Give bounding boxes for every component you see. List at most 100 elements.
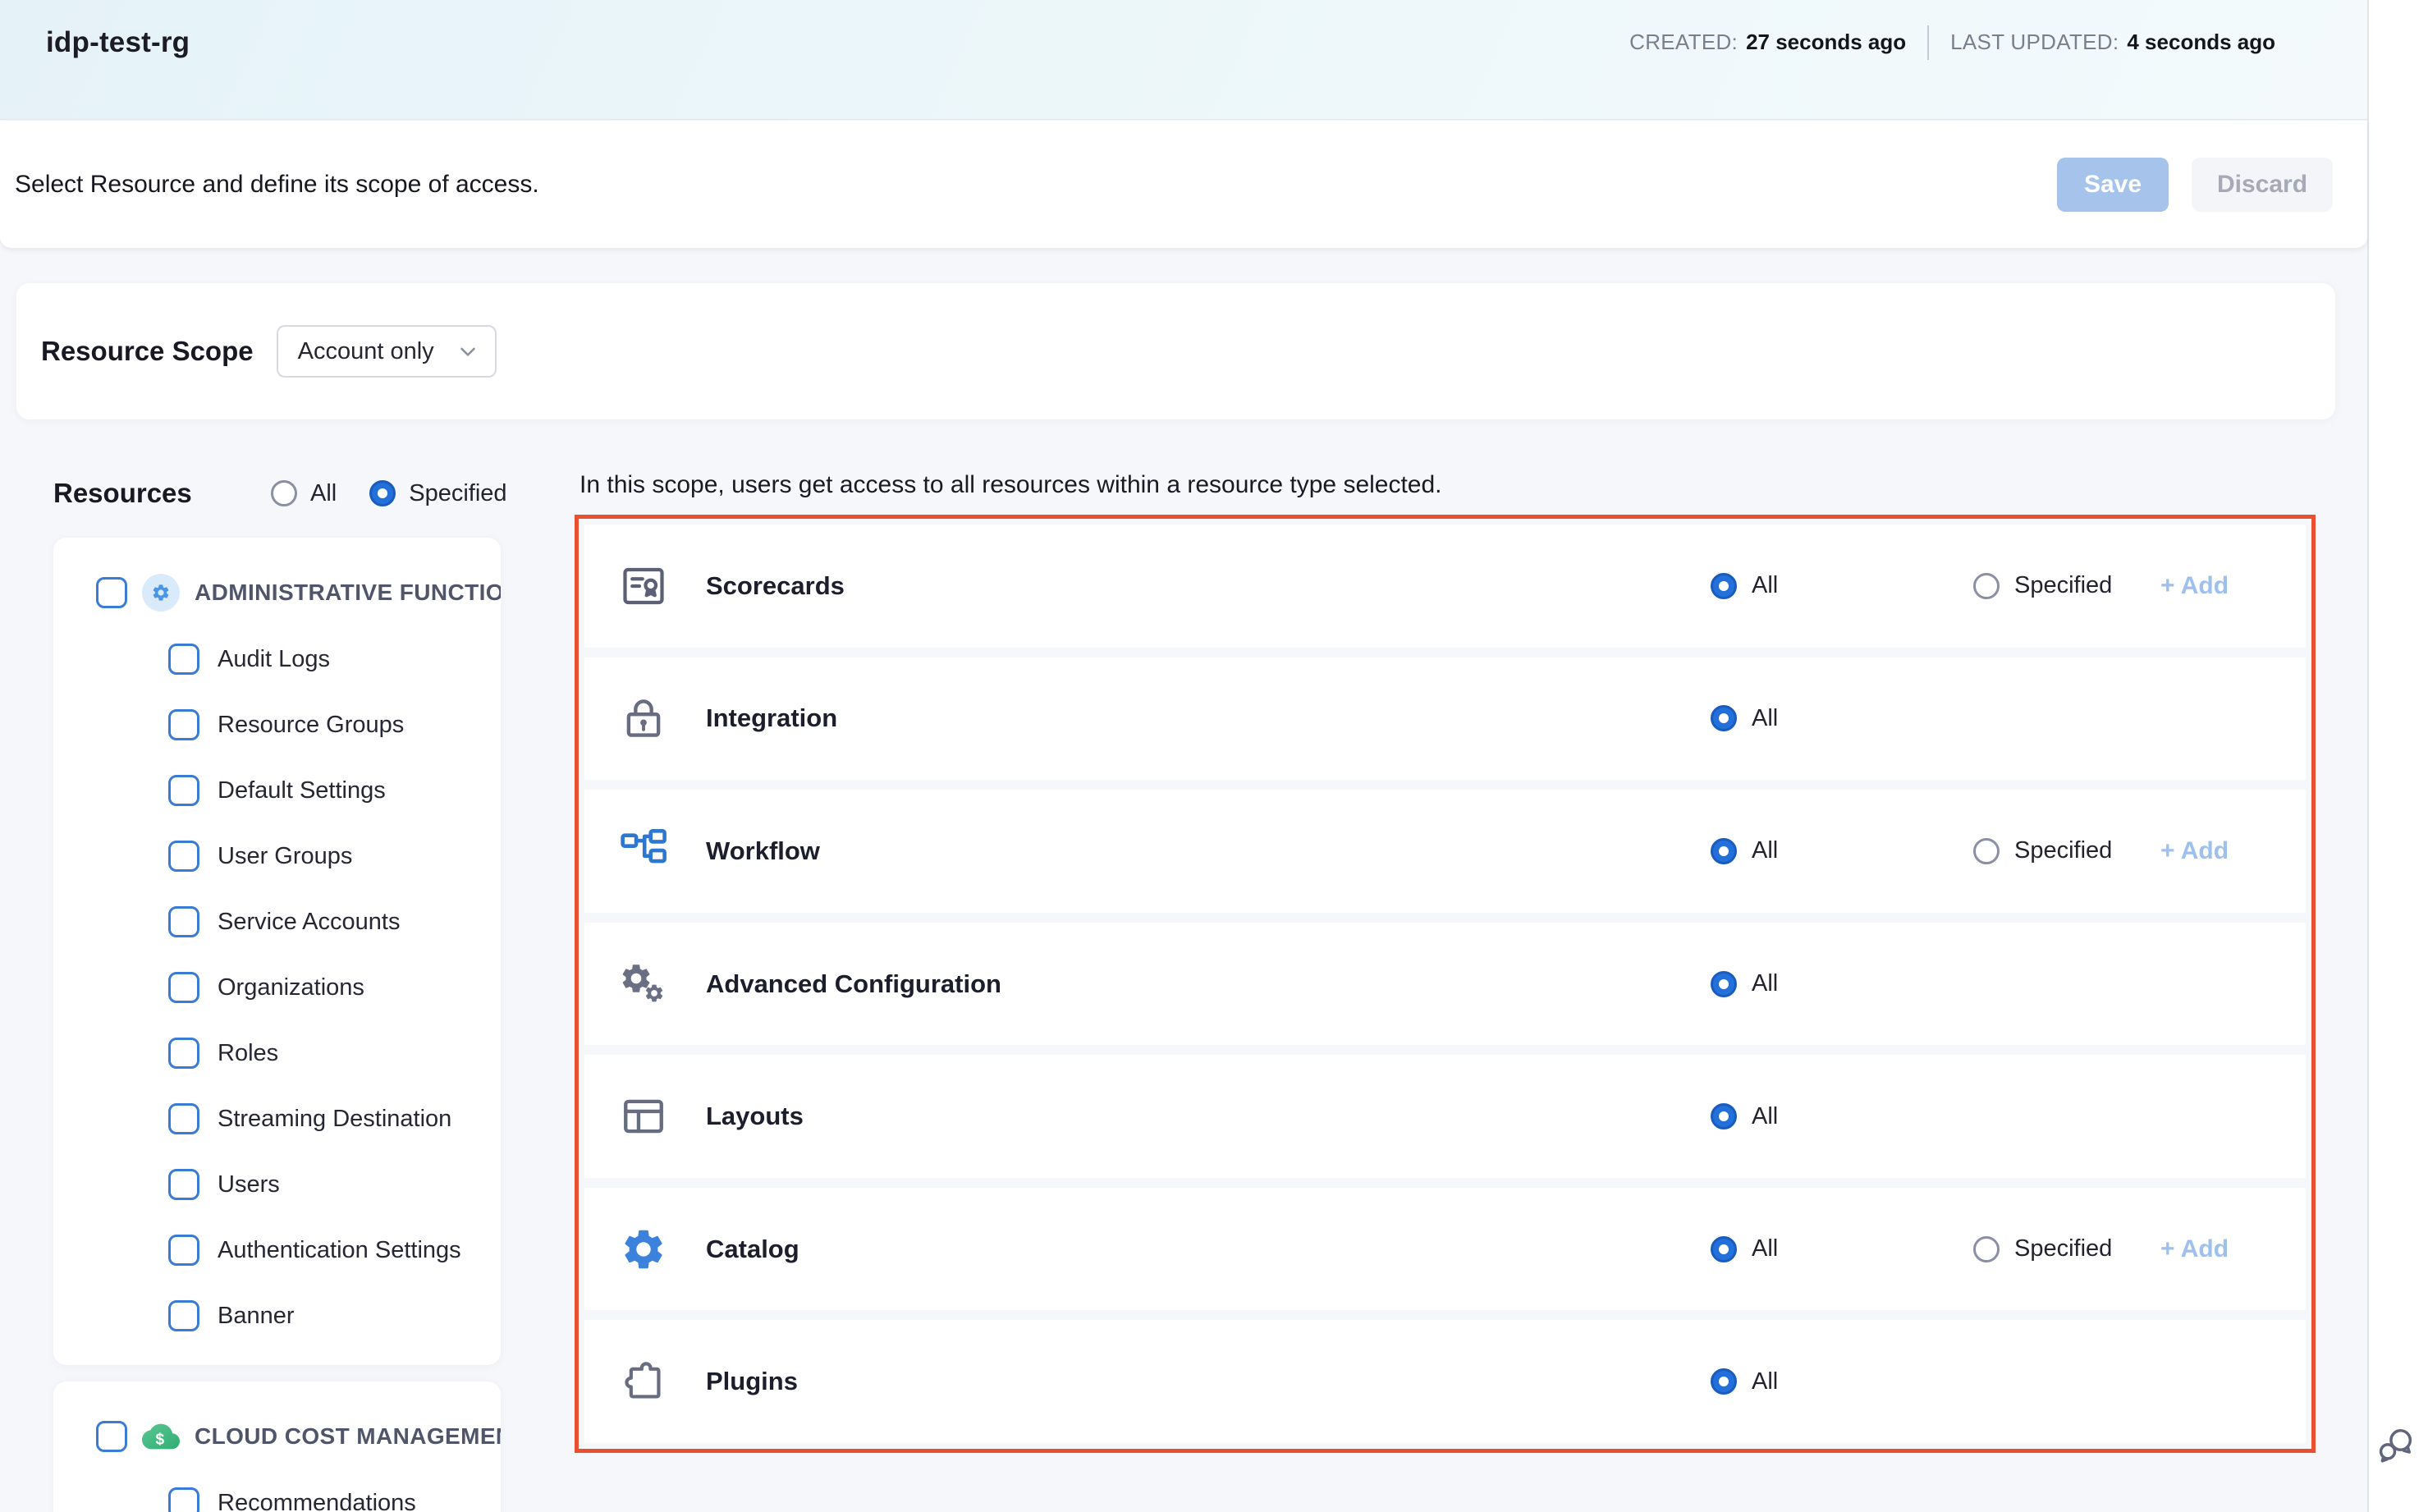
row-add-link[interactable]: + Add <box>2160 837 2229 865</box>
page-header: idp-test-rg CREATED: 27 seconds ago LAST… <box>0 0 2367 120</box>
resource-scope-card: Resource Scope Account only <box>16 283 2335 419</box>
gears-icon <box>617 958 670 1010</box>
sidebar-item-banner[interactable]: Banner <box>53 1283 501 1349</box>
page-title: idp-test-rg <box>46 26 190 59</box>
sidebar-item-organizations[interactable]: Organizations <box>53 955 501 1020</box>
radio-off-icon <box>1973 838 2000 864</box>
item-checkbox[interactable] <box>168 1300 199 1331</box>
gear-badge-icon <box>142 574 180 612</box>
scope-hint-text: In this scope, users get access to all r… <box>580 471 1442 499</box>
row-all-radio[interactable]: All <box>1711 1235 1778 1262</box>
radio-on-icon <box>369 480 396 506</box>
item-checkbox[interactable] <box>168 972 199 1003</box>
resource-row-catalog: Catalog All Specified + Add <box>584 1188 2306 1311</box>
section-name: ADMINISTRATIVE FUNCTIONS <box>195 580 501 606</box>
row-all-radio[interactable]: All <box>1711 1368 1778 1395</box>
sidebar-item-service-accounts[interactable]: Service Accounts <box>53 889 501 955</box>
created-label: CREATED: <box>1629 30 1738 55</box>
scorecard-icon <box>617 560 670 612</box>
row-all-radio[interactable]: All <box>1711 705 1778 732</box>
resource-row-label: Integration <box>706 703 837 733</box>
row-all-radio[interactable]: All <box>1711 837 1778 864</box>
sidebar-item-user-groups[interactable]: User Groups <box>53 823 501 889</box>
lock-icon <box>617 692 670 745</box>
sidebar-item-authentication-settings[interactable]: Authentication Settings <box>53 1217 501 1283</box>
resource-row-integration: Integration All <box>584 657 2306 781</box>
item-checkbox[interactable] <box>168 709 199 740</box>
radio-on-icon <box>1711 573 1737 599</box>
item-checkbox[interactable] <box>168 1038 199 1069</box>
resource-row-advanced-configuration: Advanced Configuration All <box>584 923 2306 1046</box>
meta-divider <box>1927 25 1929 60</box>
sidebar-item-resource-groups[interactable]: Resource Groups <box>53 692 501 758</box>
toolbar-description: Select Resource and define its scope of … <box>15 171 539 199</box>
radio-off-icon <box>271 480 297 506</box>
workflow-icon <box>617 825 670 877</box>
toolbar: Select Resource and define its scope of … <box>0 121 2367 248</box>
sidebar-item-roles[interactable]: Roles <box>53 1020 501 1086</box>
section-items: Recommendations <box>53 1470 501 1512</box>
right-side-strip <box>2367 0 2428 1512</box>
item-checkbox[interactable] <box>168 906 199 937</box>
section-header-cloud-cost-management: $ CLOUD COST MANAGEMENT <box>53 1414 501 1459</box>
discard-button[interactable]: Discard <box>2192 158 2333 212</box>
created-value: 27 seconds ago <box>1746 30 1906 55</box>
resource-row-label: Layouts <box>706 1102 804 1131</box>
resource-row-label: Advanced Configuration <box>706 969 1001 999</box>
app-area: idp-test-rg CREATED: 27 seconds ago LAST… <box>0 0 2367 1512</box>
item-checkbox[interactable] <box>168 1169 199 1200</box>
layout-icon <box>617 1090 670 1143</box>
puzzle-icon <box>617 1355 670 1408</box>
content-area: Resource Scope Account only Resources Al… <box>0 248 2367 1512</box>
page: idp-test-rg CREATED: 27 seconds ago LAST… <box>0 0 2428 1512</box>
row-specified-radio[interactable]: Specified <box>1973 837 2112 864</box>
radio-on-icon <box>1711 1236 1737 1262</box>
resource-scope-label: Resource Scope <box>41 336 254 367</box>
item-checkbox[interactable] <box>168 644 199 675</box>
resource-types-selection-box: Scorecards All Specified + Add <box>575 515 2316 1453</box>
item-checkbox[interactable] <box>168 775 199 806</box>
sidebar-item-streaming-destination[interactable]: Streaming Destination <box>53 1086 501 1152</box>
row-all-radio[interactable]: All <box>1711 970 1778 997</box>
row-all-radio[interactable]: All <box>1711 572 1778 599</box>
resources-all-radio[interactable]: All <box>271 480 337 507</box>
row-add-link[interactable]: + Add <box>2160 572 2229 600</box>
radio-on-icon <box>1711 705 1737 731</box>
resources-specified-radio[interactable]: Specified <box>369 480 506 507</box>
row-specified-radio[interactable]: Specified <box>1973 572 2112 599</box>
item-checkbox[interactable] <box>168 1487 199 1512</box>
radio-off-icon <box>1973 1236 2000 1262</box>
item-checkbox[interactable] <box>168 841 199 872</box>
row-add-link[interactable]: + Add <box>2160 1235 2229 1263</box>
chat-bubbles-icon <box>2375 1424 2417 1471</box>
resources-header: Resources All Specified <box>53 478 507 509</box>
chevron-down-icon <box>456 339 480 364</box>
section-items: Audit Logs Resource Groups Default Setti… <box>53 626 501 1349</box>
section-checkbox[interactable] <box>96 1421 127 1452</box>
resources-title: Resources <box>53 478 271 509</box>
sidebar-item-audit-logs[interactable]: Audit Logs <box>53 626 501 692</box>
meta-info: CREATED: 27 seconds ago LAST UPDATED: 4 … <box>1629 25 2275 60</box>
sidebar-item-recommendations[interactable]: Recommendations <box>53 1470 501 1512</box>
resource-scope-dropdown[interactable]: Account only <box>277 325 497 378</box>
resource-row-label: Workflow <box>706 836 820 866</box>
toolbar-buttons: Save Discard <box>2057 158 2333 212</box>
radio-on-icon <box>1711 1103 1737 1129</box>
sidebar-item-users[interactable]: Users <box>53 1152 501 1217</box>
chat-button[interactable] <box>2374 1425 2418 1469</box>
svg-text:$: $ <box>155 1432 164 1449</box>
row-all-radio[interactable]: All <box>1711 1103 1778 1130</box>
last-updated-label: LAST UPDATED: <box>1950 30 2119 55</box>
section-checkbox[interactable] <box>96 577 127 608</box>
radio-off-icon <box>1973 573 2000 599</box>
sidebar-section-cloud-cost-management: $ CLOUD COST MANAGEMENT Recommendations <box>53 1381 501 1512</box>
item-checkbox[interactable] <box>168 1103 199 1134</box>
sidebar-item-default-settings[interactable]: Default Settings <box>53 758 501 823</box>
resource-row-label: Plugins <box>706 1367 798 1396</box>
item-checkbox[interactable] <box>168 1235 199 1266</box>
sidebar-section-administrative-functions: ADMINISTRATIVE FUNCTIONS Audit Logs Reso… <box>53 538 501 1365</box>
save-button[interactable]: Save <box>2057 158 2169 212</box>
section-header-administrative-functions: ADMINISTRATIVE FUNCTIONS <box>53 570 501 615</box>
gear-icon <box>617 1223 670 1276</box>
row-specified-radio[interactable]: Specified <box>1973 1235 2112 1262</box>
